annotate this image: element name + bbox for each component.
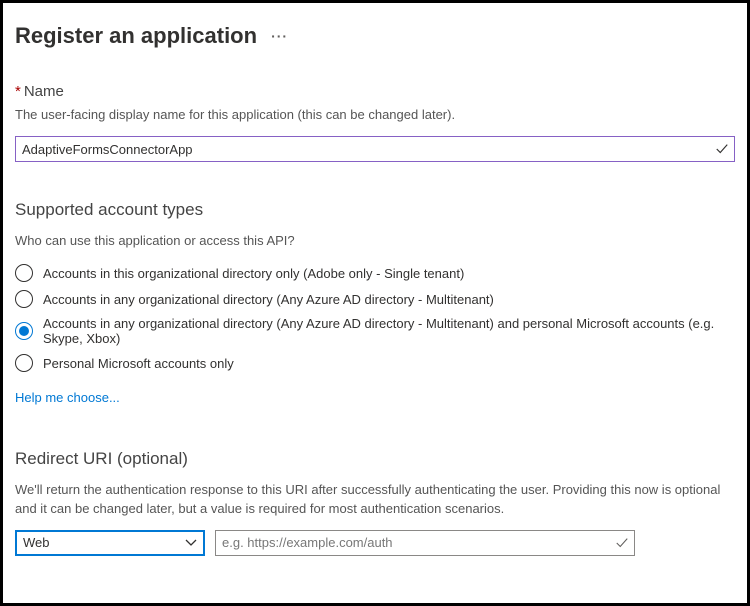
page-title-text: Register an application xyxy=(15,23,257,49)
account-type-option-2[interactable]: Accounts in any organizational directory… xyxy=(15,316,735,346)
platform-selected-value: Web xyxy=(23,535,50,550)
account-type-option-0[interactable]: Accounts in this organizational director… xyxy=(15,264,735,282)
platform-select[interactable]: Web xyxy=(15,530,205,556)
radio-label: Accounts in any organizational directory… xyxy=(43,292,494,307)
radio-label: Accounts in any organizational directory… xyxy=(43,316,735,346)
radio-icon xyxy=(15,322,33,340)
more-icon[interactable]: ··· xyxy=(271,28,288,44)
account-type-option-3[interactable]: Personal Microsoft accounts only xyxy=(15,354,735,372)
redirect-heading: Redirect URI (optional) xyxy=(15,449,735,469)
redirect-uri-input[interactable] xyxy=(215,530,635,556)
account-type-option-1[interactable]: Accounts in any organizational directory… xyxy=(15,290,735,308)
name-label: *Name xyxy=(15,83,735,100)
radio-label: Accounts in this organizational director… xyxy=(43,266,464,281)
redirect-hint: We'll return the authentication response… xyxy=(15,481,735,517)
account-types-heading: Supported account types xyxy=(15,200,735,220)
account-types-question: Who can use this application or access t… xyxy=(15,232,735,250)
radio-icon xyxy=(15,354,33,372)
radio-icon xyxy=(15,264,33,282)
name-hint: The user-facing display name for this ap… xyxy=(15,106,735,124)
chevron-down-icon xyxy=(185,537,197,549)
account-types-radio-group: Accounts in this organizational director… xyxy=(15,264,735,372)
page-title: Register an application ··· xyxy=(15,23,735,49)
required-star: * xyxy=(15,83,21,100)
app-name-input[interactable] xyxy=(15,136,735,162)
radio-label: Personal Microsoft accounts only xyxy=(43,356,234,371)
radio-icon xyxy=(15,290,33,308)
help-me-choose-link[interactable]: Help me choose... xyxy=(15,390,120,405)
